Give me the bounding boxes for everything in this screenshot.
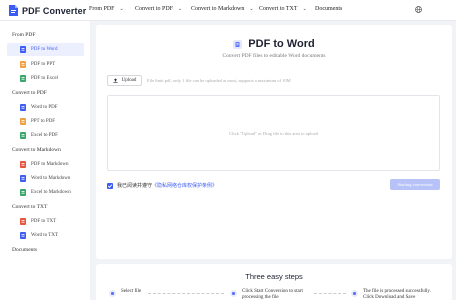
page-subtitle: Convert PDF files to editable Word docum… xyxy=(222,53,326,59)
agreement-link[interactable]: 《隐私网络仓库权保护条例》 xyxy=(152,182,217,189)
top-header: PDF Converter From PDF ⌄ Convert to PDF … xyxy=(0,0,456,21)
step-text: The file is processed successfully. Clic… xyxy=(363,289,431,300)
upload-button-label: Upload xyxy=(121,78,137,83)
step-item: Select file xyxy=(109,289,147,297)
logo-text: PDF Converter xyxy=(22,5,87,16)
pdf-file-icon xyxy=(20,218,26,225)
upload-button[interactable]: Upload xyxy=(107,75,142,86)
page-title: PDF to Word xyxy=(96,38,452,50)
nav-from-pdf-label: From PDF xyxy=(89,6,115,12)
start-conversion-button[interactable]: Starting conversion xyxy=(390,179,440,190)
sidebar-item-label: PDF to TXT xyxy=(31,219,57,224)
upload-hint: File limit pdf, only 1 file can be uploa… xyxy=(147,78,291,83)
sidebar-item-excel-to-pdf[interactable]: Excel to PDF xyxy=(7,129,84,142)
sidebar-item-pdf-to-markdown[interactable]: PDF to Markdown xyxy=(7,158,84,171)
nav-convert-to-pdf-label: Convert to PDF xyxy=(135,6,174,12)
sidebar-item-pdf-to-txt[interactable]: PDF to TXT xyxy=(7,215,84,228)
word-file-icon xyxy=(20,175,26,182)
word-file-icon xyxy=(20,104,26,111)
nav-convert-to-markdown[interactable]: Convert to Markdown ⌄ xyxy=(191,6,254,12)
sidebar-item-label: PDF to Markdown xyxy=(31,162,69,167)
sidebar-documents[interactable]: Documents xyxy=(12,247,37,253)
file-dropzone[interactable]: Click "Upload" or Drag file to this area… xyxy=(107,95,440,171)
document-icon xyxy=(233,39,243,49)
sidebar-group-title[interactable]: From PDF xyxy=(12,32,35,38)
sidebar-item-pdf-to-excel[interactable]: PDF to Excel xyxy=(7,72,84,85)
page-title-text: PDF to Word xyxy=(248,38,315,50)
sidebar-group-title[interactable]: Convert to Markdown xyxy=(12,147,61,153)
step-text: Click Start Conversion to start processi… xyxy=(242,289,303,300)
sidebar-item-label: PDF to Word xyxy=(31,47,58,52)
step-item: The file is processed successfully. Clic… xyxy=(351,289,431,300)
agreement-text: 我已阅读并遵守 xyxy=(117,184,153,189)
excel-file-icon xyxy=(20,132,26,139)
logo-icon xyxy=(9,5,18,16)
converter-card: PDF to Word Convert PDF files to editabl… xyxy=(96,25,452,259)
excel-file-icon xyxy=(20,75,26,82)
step-connector xyxy=(314,293,346,294)
chevron-down-icon: ⌄ xyxy=(249,7,254,12)
start-conversion-label: Starting conversion xyxy=(397,182,433,187)
sidebar-item-label: Excel to Markdown xyxy=(31,190,71,195)
sidebar-group-title[interactable]: Convert to TXT xyxy=(12,204,47,210)
check-icon xyxy=(107,183,113,188)
nav-convert-to-pdf[interactable]: Convert to PDF ⌄ xyxy=(135,6,182,12)
sidebar: From PDF PDF to Word PDF to PPT PDF to E… xyxy=(0,21,90,300)
sidebar-group-title[interactable]: Convert to PDF xyxy=(12,90,47,96)
file-select-icon xyxy=(109,290,116,297)
nav-convert-to-txt-label: Convert to TXT xyxy=(259,6,298,12)
sidebar-item-label: PPT to PDF xyxy=(31,119,56,124)
chevron-down-icon: ⌄ xyxy=(119,7,124,12)
step-text: Select file xyxy=(121,289,142,294)
chevron-down-icon: ⌄ xyxy=(178,7,183,12)
agreement-row: 我已阅读并遵守 《隐私网络仓库权保护条例》 xyxy=(107,182,217,189)
nav-convert-to-txt[interactable]: Convert to TXT ⌄ xyxy=(259,6,307,12)
sidebar-item-word-to-markdown[interactable]: Word to Markdown xyxy=(7,172,84,185)
step-item: Click Start Conversion to start processi… xyxy=(230,289,312,300)
globe-icon[interactable] xyxy=(415,6,422,13)
nav-from-pdf[interactable]: From PDF ⌄ xyxy=(89,6,124,12)
pdf-file-icon xyxy=(20,161,26,168)
chevron-down-icon: ⌄ xyxy=(302,7,307,12)
steps-card: Three easy steps Select file Click Start… xyxy=(96,264,452,300)
sidebar-item-label: Excel to PDF xyxy=(31,133,58,138)
sidebar-item-ppt-to-pdf[interactable]: PPT to PDF xyxy=(7,115,84,128)
word-file-icon xyxy=(20,46,26,53)
convert-icon xyxy=(230,290,237,297)
agreement-checkbox[interactable] xyxy=(107,182,113,189)
nav-documents[interactable]: Documents xyxy=(315,6,342,12)
dropzone-text: Click "Upload" or Drag file to this area… xyxy=(229,130,318,136)
sidebar-item-word-to-txt[interactable]: Word to TXT xyxy=(7,229,84,242)
sidebar-item-word-to-pdf[interactable]: Word to PDF xyxy=(7,101,84,114)
sidebar-item-pdf-to-word[interactable]: PDF to Word xyxy=(7,43,84,56)
step-connector xyxy=(148,293,224,294)
sidebar-item-label: Word to PDF xyxy=(31,105,58,110)
ppt-file-icon xyxy=(20,61,26,68)
word-file-icon xyxy=(20,232,26,239)
sidebar-item-label: PDF to Excel xyxy=(31,76,58,81)
logo[interactable]: PDF Converter xyxy=(8,5,86,16)
nav-convert-to-markdown-label: Convert to Markdown xyxy=(191,6,245,12)
steps-title: Three easy steps xyxy=(245,272,303,281)
sidebar-item-label: Word to Markdown xyxy=(31,176,71,181)
download-icon xyxy=(351,290,358,297)
sidebar-item-label: PDF to PPT xyxy=(31,62,56,67)
sidebar-item-excel-to-markdown[interactable]: Excel to Markdown xyxy=(7,186,84,199)
sidebar-item-label: Word to TXT xyxy=(31,233,59,238)
upload-icon xyxy=(113,78,118,83)
excel-file-icon xyxy=(20,189,26,196)
sidebar-item-pdf-to-ppt[interactable]: PDF to PPT xyxy=(7,58,84,71)
ppt-file-icon xyxy=(20,118,26,125)
nav-documents-label: Documents xyxy=(315,6,343,12)
